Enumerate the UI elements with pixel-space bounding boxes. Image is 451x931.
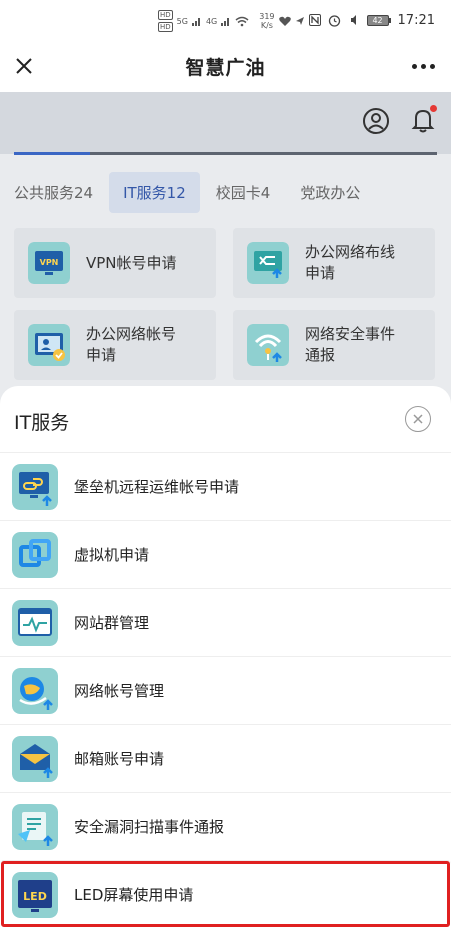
bastion-host-icon bbox=[12, 463, 58, 510]
list-item-label: 网络帐号管理 bbox=[74, 682, 165, 700]
tab-it-services[interactable]: IT服务12 bbox=[109, 171, 200, 213]
list-item-network-account-manage[interactable]: 网络帐号管理 bbox=[0, 656, 451, 724]
heart-icon bbox=[278, 16, 291, 26]
card-label: 办公网络布线申请 bbox=[305, 243, 396, 282]
more-dot bbox=[420, 63, 426, 69]
list-item-label: 堡垒机远程运维帐号申请 bbox=[74, 478, 240, 496]
hd-badge-2: HD bbox=[158, 22, 173, 32]
mailbox-icon bbox=[12, 735, 58, 782]
virtual-machine-icon bbox=[12, 531, 58, 578]
network-indicators: HD HD 5G 4G 319 K/s bbox=[158, 10, 305, 32]
list-item-label: 安全漏洞扫描事件通报 bbox=[74, 818, 225, 836]
battery-icon: 42 bbox=[366, 14, 391, 26]
scroll-indicator-fill bbox=[14, 152, 91, 155]
tab-campus-card[interactable]: 校园卡4 bbox=[202, 172, 285, 213]
more-dot bbox=[411, 63, 417, 69]
more-button[interactable] bbox=[407, 52, 439, 80]
vulnerability-scan-icon bbox=[12, 803, 58, 850]
category-tabs: 公共服务24 IT服务12 校园卡4 党政办公 bbox=[0, 170, 451, 214]
tab-party-office[interactable]: 党政办公 bbox=[286, 172, 374, 213]
location-icon bbox=[295, 17, 304, 25]
list-item-mailbox[interactable]: 邮箱账号申请 bbox=[0, 724, 451, 792]
scroll-indicator bbox=[14, 152, 437, 155]
notification-dot bbox=[430, 105, 437, 112]
led-screen-icon: LED bbox=[12, 871, 58, 918]
clock: 17:21 bbox=[397, 12, 435, 28]
battery-level: 42 bbox=[366, 14, 389, 26]
list-item-website-group[interactable]: 网站群管理 bbox=[0, 588, 451, 656]
network-5g-label: 5G bbox=[176, 16, 188, 26]
network-speed: 319 K/s bbox=[259, 12, 274, 30]
tab-public-services[interactable]: 公共服务24 bbox=[14, 172, 107, 213]
card-label: 网络安全事件通报 bbox=[305, 325, 396, 364]
list-item-vulnerability-scan[interactable]: 安全漏洞扫描事件通报 bbox=[0, 792, 451, 860]
mute-icon bbox=[350, 15, 356, 25]
network-wiring-icon bbox=[247, 242, 289, 284]
list-item-led-screen[interactable]: LED LED屏幕使用申请 bbox=[0, 860, 451, 928]
svg-text:LED: LED bbox=[23, 890, 47, 903]
speed-value: 319 bbox=[259, 12, 275, 21]
list-item-label: 邮箱账号申请 bbox=[74, 750, 165, 768]
page-title: 智慧广油 bbox=[185, 56, 266, 79]
close-icon bbox=[16, 58, 32, 74]
network-account-icon bbox=[28, 324, 70, 366]
website-group-icon bbox=[12, 599, 58, 646]
list-item-label: 虚拟机申请 bbox=[74, 546, 150, 564]
card-network-account[interactable]: 办公网络帐号申请 bbox=[14, 310, 216, 380]
page-topbar bbox=[0, 92, 451, 154]
signal-icon-2 bbox=[221, 18, 230, 26]
close-circle-icon bbox=[413, 414, 423, 424]
card-label: 办公网络帐号申请 bbox=[86, 325, 177, 364]
signal-icon bbox=[191, 18, 200, 26]
app-header: 智慧广油 bbox=[0, 40, 451, 92]
network-4g-label: 4G bbox=[205, 16, 218, 26]
hd-badge-1: HD bbox=[158, 10, 173, 20]
alarm-icon bbox=[328, 14, 340, 27]
it-services-sheet: IT服务 堡垒机远程运维帐号申请 虚拟机申请 网站群管理 网络帐号管理 邮箱账号… bbox=[0, 386, 451, 931]
close-button[interactable] bbox=[10, 52, 38, 80]
vpn-icon: VPN bbox=[28, 242, 70, 284]
card-label: VPN帐号申请 bbox=[86, 253, 177, 272]
network-account-manage-icon bbox=[12, 667, 58, 714]
more-dot bbox=[429, 63, 435, 69]
status-bar: HD HD 5G 4G 319 K/s 42 17:21 bbox=[0, 0, 451, 40]
svg-text:VPN: VPN bbox=[40, 258, 59, 267]
security-event-icon bbox=[247, 324, 289, 366]
list-item-bastion-host[interactable]: 堡垒机远程运维帐号申请 bbox=[0, 452, 451, 520]
card-security-event[interactable]: 网络安全事件通报 bbox=[233, 310, 435, 380]
sheet-title: IT服务 bbox=[14, 412, 70, 434]
list-item-label: LED屏幕使用申请 bbox=[74, 886, 194, 904]
system-indicators: 42 17:21 bbox=[308, 12, 435, 28]
user-icon[interactable] bbox=[362, 107, 390, 135]
sheet-close-button[interactable] bbox=[405, 406, 431, 432]
list-item-label: 网站群管理 bbox=[74, 614, 150, 632]
speed-unit: K/s bbox=[260, 21, 273, 30]
nfc-icon bbox=[308, 14, 321, 26]
card-vpn-account[interactable]: VPN VPN帐号申请 bbox=[14, 228, 216, 298]
card-network-wiring[interactable]: 办公网络布线申请 bbox=[233, 228, 435, 298]
list-item-virtual-machine[interactable]: 虚拟机申请 bbox=[0, 520, 451, 588]
wifi-icon bbox=[235, 16, 249, 26]
